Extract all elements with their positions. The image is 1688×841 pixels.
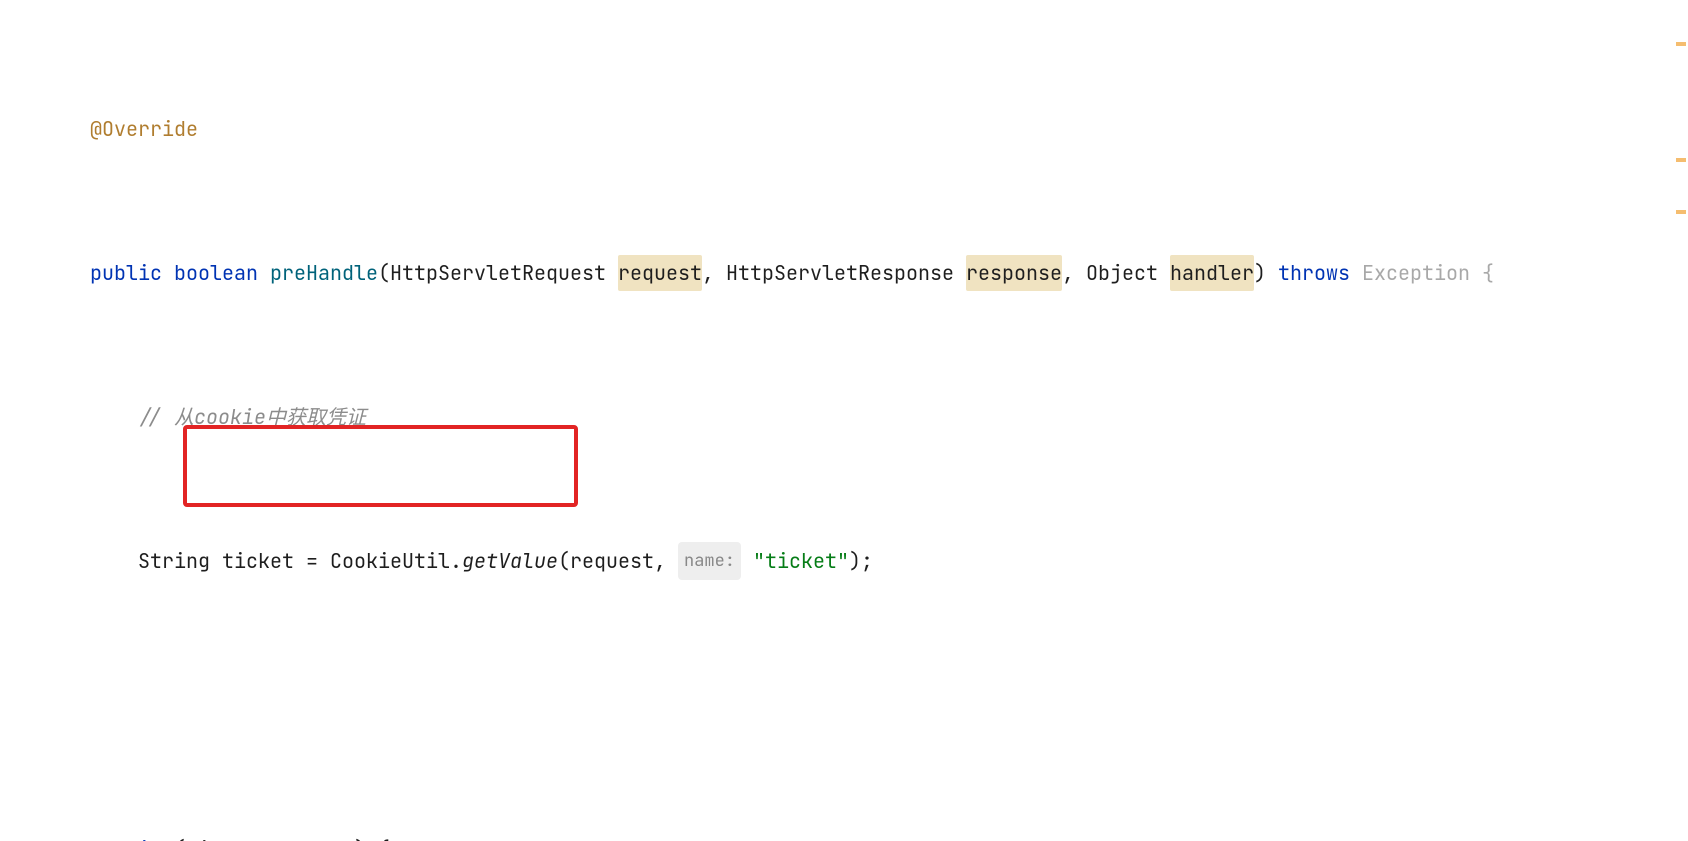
- static-method: getValue: [462, 543, 558, 579]
- code-line-empty: [42, 687, 1688, 723]
- keyword-null: null: [306, 831, 354, 841]
- code-line: if (ticket != null) {: [42, 831, 1688, 841]
- code-line: String ticket = CookieUtil.getValue(requ…: [42, 543, 1688, 579]
- parameter-hint: name:: [678, 542, 741, 580]
- annotation: @Override: [90, 111, 198, 147]
- code-line: @Override: [42, 111, 1688, 147]
- keyword-public: public: [90, 255, 162, 291]
- warning-marker[interactable]: [1676, 42, 1686, 46]
- string-literal: "ticket": [753, 543, 849, 579]
- warning-marker[interactable]: [1676, 158, 1686, 162]
- warning-marker[interactable]: [1676, 210, 1686, 214]
- code-editor[interactable]: @Override public boolean preHandle(HttpS…: [0, 0, 1688, 841]
- param-handler: handler: [1170, 255, 1254, 291]
- method-name: preHandle: [270, 255, 378, 291]
- code-line: // 从cookie中获取凭证: [42, 399, 1688, 435]
- param-response: response: [966, 255, 1062, 291]
- keyword-if: if: [138, 831, 162, 841]
- editor-marker-bar[interactable]: [1674, 0, 1688, 841]
- param-request: request: [618, 255, 702, 291]
- code-content: @Override public boolean preHandle(HttpS…: [42, 0, 1688, 841]
- keyword-boolean: boolean: [174, 255, 258, 291]
- keyword-throws: throws: [1278, 255, 1350, 291]
- comment: // 从cookie中获取凭证: [138, 399, 366, 435]
- code-line: public boolean preHandle(HttpServletRequ…: [42, 255, 1688, 291]
